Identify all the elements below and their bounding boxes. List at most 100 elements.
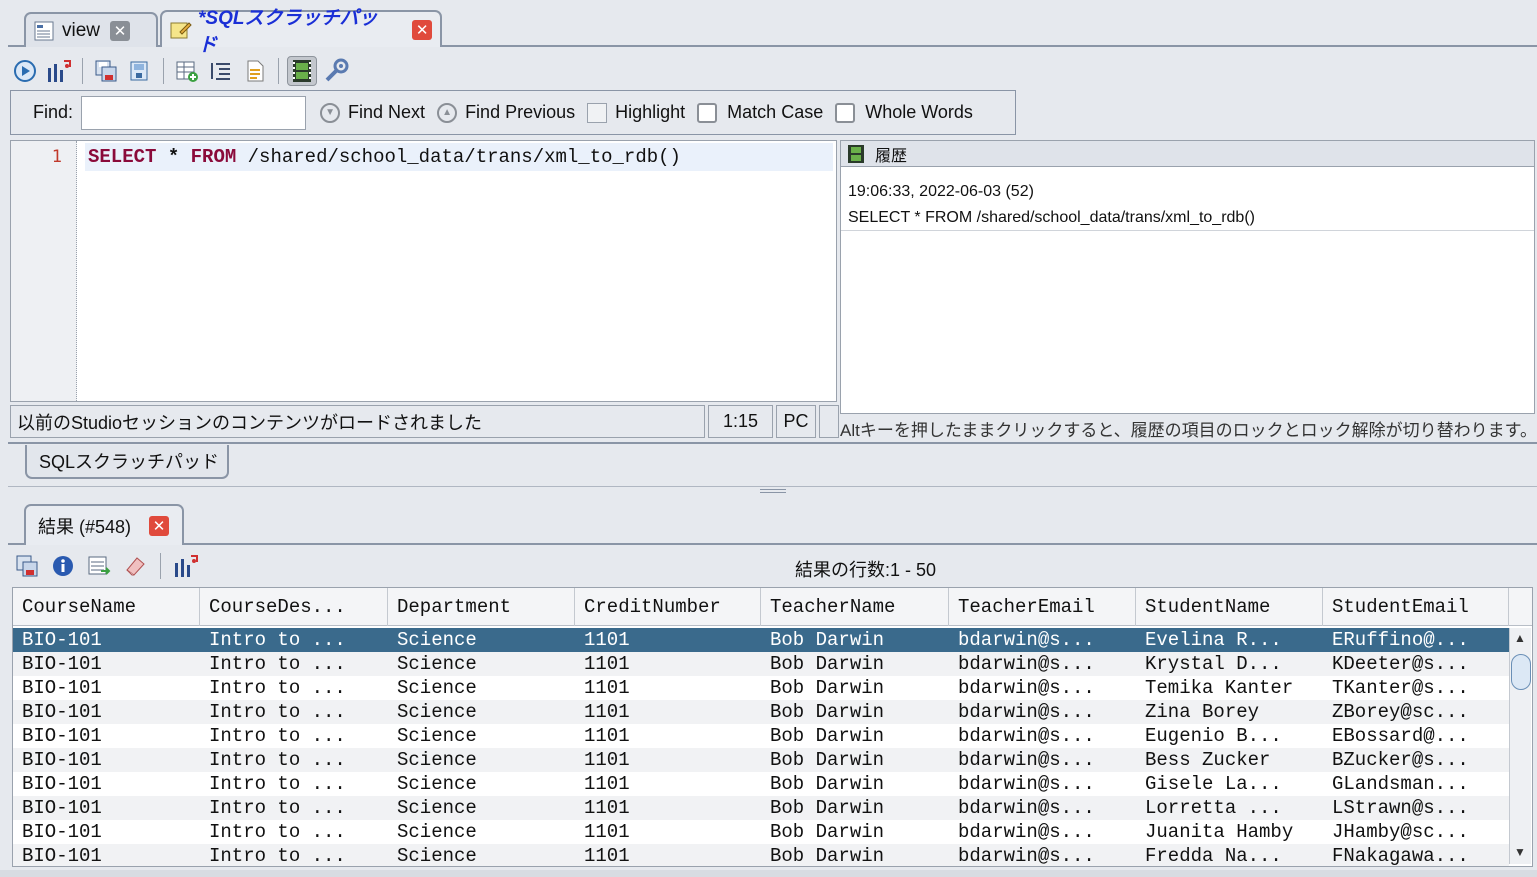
table-cell[interactable]: bdarwin@s...: [949, 844, 1136, 866]
table-cell[interactable]: bdarwin@s...: [949, 820, 1136, 844]
column-header[interactable]: Department: [388, 588, 575, 626]
column-header[interactable]: TeacherName: [761, 588, 949, 626]
table-cell[interactable]: BIO-101: [13, 628, 200, 652]
table-cell[interactable]: Bob Darwin: [761, 700, 949, 724]
table-cell[interactable]: Bob Darwin: [761, 748, 949, 772]
column-header[interactable]: TeacherEmail: [949, 588, 1136, 626]
table-cell[interactable]: bdarwin@s...: [949, 652, 1136, 676]
table-cell[interactable]: 1101: [575, 700, 761, 724]
table-cell[interactable]: BZucker@s...: [1323, 748, 1509, 772]
table-row[interactable]: BIO-101 Intro to ... Science 1101 Bob Darwin…: [13, 748, 1509, 772]
table-cell[interactable]: bdarwin@s...: [949, 796, 1136, 820]
find-previous-button[interactable]: ▲ Find Previous: [437, 102, 575, 123]
table-cell[interactable]: BIO-101: [13, 700, 200, 724]
table-cell[interactable]: Fredda Na...: [1136, 844, 1323, 866]
table-cell[interactable]: Juanita Hamby: [1136, 820, 1323, 844]
table-cell[interactable]: Intro to ...: [200, 820, 388, 844]
table-row[interactable]: BIO-101 Intro to ... Science 1101 Bob Darwin…: [13, 772, 1509, 796]
table-cell[interactable]: Science: [388, 796, 575, 820]
table-row[interactable]: BIO-101 Intro to ... Science 1101 Bob Darwin…: [13, 796, 1509, 820]
table-cell[interactable]: Bob Darwin: [761, 676, 949, 700]
table-cell[interactable]: Bob Darwin: [761, 844, 949, 866]
table-cell[interactable]: Krystal D...: [1136, 652, 1323, 676]
table-cell[interactable]: Intro to ...: [200, 652, 388, 676]
table-row[interactable]: BIO-101 Intro to ... Science 1101 Bob Darwin…: [13, 700, 1509, 724]
table-cell[interactable]: Science: [388, 844, 575, 866]
column-header[interactable]: CourseName: [13, 588, 200, 626]
query-plan-icon[interactable]: [44, 56, 74, 86]
table-cell[interactable]: BIO-101: [13, 844, 200, 866]
close-icon[interactable]: ✕: [412, 19, 432, 40]
table-cell[interactable]: FNakagawa...: [1323, 844, 1509, 866]
column-header[interactable]: StudentEmail: [1323, 588, 1509, 626]
table-cell[interactable]: JHamby@sc...: [1323, 820, 1509, 844]
tab-sql-scratchpad-bottom[interactable]: SQLスクラッチパッド: [25, 445, 229, 479]
highlight-button[interactable]: Highlight: [587, 102, 685, 123]
column-header[interactable]: StudentName: [1136, 588, 1323, 626]
grip-icon[interactable]: [760, 489, 786, 493]
table-row[interactable]: BIO-101 Intro to ... Science 1101 Bob Darwin…: [13, 724, 1509, 748]
query-plan-icon[interactable]: [171, 551, 201, 581]
table-cell[interactable]: Intro to ...: [200, 748, 388, 772]
table-cell[interactable]: Eugenio B...: [1136, 724, 1323, 748]
column-header[interactable]: CourseDes...: [200, 588, 388, 626]
code-line[interactable]: SELECT * FROM /shared/school_data/trans/…: [85, 143, 833, 171]
table-cell[interactable]: Zina Borey: [1136, 700, 1323, 724]
table-cell[interactable]: bdarwin@s...: [949, 628, 1136, 652]
table-cell[interactable]: Bess Zucker: [1136, 748, 1323, 772]
table-cell[interactable]: BIO-101: [13, 796, 200, 820]
table-cell[interactable]: KDeeter@s...: [1323, 652, 1509, 676]
table-cell[interactable]: Science: [388, 724, 575, 748]
table-cell[interactable]: 1101: [575, 676, 761, 700]
checkbox[interactable]: [697, 102, 718, 123]
export-results-icon[interactable]: [84, 551, 114, 581]
close-icon[interactable]: ✕: [149, 515, 170, 536]
table-cell[interactable]: Science: [388, 676, 575, 700]
scroll-up-icon[interactable]: ▲: [1510, 628, 1530, 648]
table-row[interactable]: BIO-101 Intro to ... Science 1101 Bob Darwin…: [13, 628, 1509, 652]
checkbox[interactable]: [835, 102, 856, 123]
tab-results[interactable]: 結果 (#548) ✕: [24, 504, 184, 545]
table-row[interactable]: BIO-101 Intro to ... Science 1101 Bob Darwin…: [13, 820, 1509, 844]
table-cell[interactable]: BIO-101: [13, 772, 200, 796]
table-cell[interactable]: Evelina R...: [1136, 628, 1323, 652]
table-cell[interactable]: EBossard@...: [1323, 724, 1509, 748]
table-cell[interactable]: Science: [388, 820, 575, 844]
vertical-scrollbar[interactable]: ▲ ▼: [1509, 628, 1531, 864]
save-icon[interactable]: [91, 56, 121, 86]
sql-editor[interactable]: 1 SELECT * FROM /shared/school_data/tran…: [10, 140, 837, 402]
save-results-icon[interactable]: [12, 551, 42, 581]
table-cell[interactable]: Science: [388, 652, 575, 676]
table-cell[interactable]: Intro to ...: [200, 844, 388, 866]
table-row[interactable]: BIO-101 Intro to ... Science 1101 Bob Darwin…: [13, 676, 1509, 700]
history-entry[interactable]: 19:06:33, 2022-06-03 (52) SELECT * FROM …: [841, 167, 1534, 231]
table-cell[interactable]: Science: [388, 772, 575, 796]
table-cell[interactable]: Temika Kanter: [1136, 676, 1323, 700]
table-cell[interactable]: TKanter@s...: [1323, 676, 1509, 700]
table-cell[interactable]: Science: [388, 700, 575, 724]
table-cell[interactable]: Intro to ...: [200, 796, 388, 820]
table-cell[interactable]: Intro to ...: [200, 772, 388, 796]
info-icon[interactable]: [48, 551, 78, 581]
clear-icon[interactable]: [120, 551, 150, 581]
table-cell[interactable]: Bob Darwin: [761, 724, 949, 748]
table-cell[interactable]: bdarwin@s...: [949, 748, 1136, 772]
scroll-thumb[interactable]: [1511, 654, 1531, 690]
close-icon[interactable]: ✕: [110, 20, 131, 41]
table-cell[interactable]: LStrawn@s...: [1323, 796, 1509, 820]
table-cell[interactable]: Science: [388, 628, 575, 652]
table-cell[interactable]: Intro to ...: [200, 700, 388, 724]
table-cell[interactable]: Intro to ...: [200, 724, 388, 748]
table-cell[interactable]: Bob Darwin: [761, 820, 949, 844]
match-case-checkbox[interactable]: Match Case: [697, 102, 823, 123]
split-pane-divider[interactable]: [8, 486, 1537, 494]
table-cell[interactable]: Bob Darwin: [761, 628, 949, 652]
column-header[interactable]: CreditNumber: [575, 588, 761, 626]
table-cell[interactable]: Bob Darwin: [761, 772, 949, 796]
find-input[interactable]: [81, 95, 307, 130]
table-cell[interactable]: 1101: [575, 724, 761, 748]
table-cell[interactable]: bdarwin@s...: [949, 772, 1136, 796]
history-icon[interactable]: [287, 56, 317, 86]
scroll-down-icon[interactable]: ▼: [1510, 842, 1530, 862]
table-row[interactable]: BIO-101 Intro to ... Science 1101 Bob Darwin…: [13, 844, 1509, 866]
